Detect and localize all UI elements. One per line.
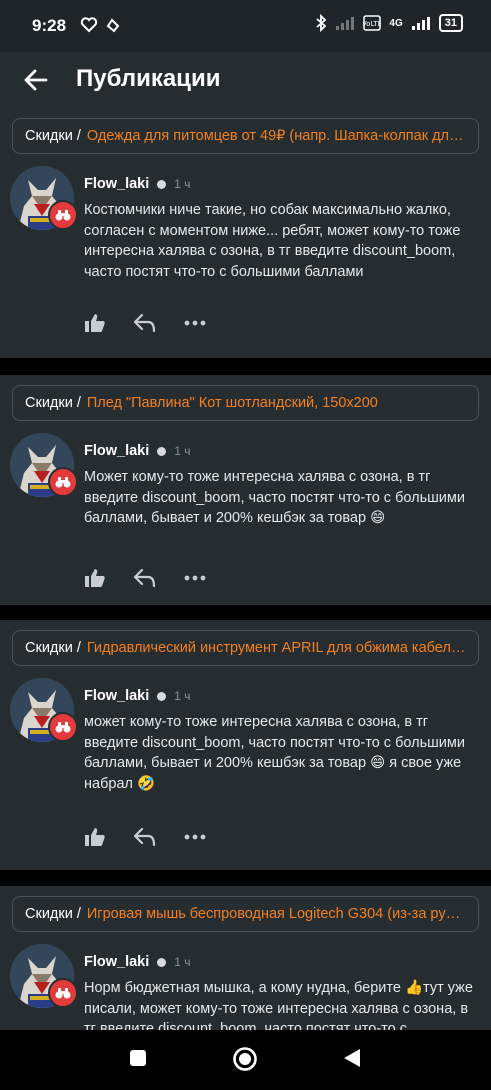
deal-link[interactable]: Скидки / Плед "Павлина" Кот шотландский,… (12, 385, 479, 421)
like-button[interactable] (82, 310, 108, 336)
post-time: 1 ч (174, 444, 191, 458)
hand-wave-icon (106, 18, 120, 33)
username[interactable]: Flow_laki (84, 176, 149, 192)
publication-card: Скидки / Одежда для питомцев от 49₽ (нап… (0, 108, 491, 358)
binoculars-icon (55, 722, 71, 733)
arrow-left-icon (24, 69, 48, 91)
more-button[interactable] (182, 824, 208, 850)
user-rank-badge (48, 467, 78, 497)
comment-actions (82, 565, 208, 591)
page-title: Публикации (76, 65, 221, 92)
comment-text: может кому-то тоже интересна халява с оз… (84, 714, 465, 792)
reply-button[interactable] (132, 310, 158, 336)
user-rank-badge (48, 712, 78, 742)
more-dots-icon (184, 575, 206, 581)
deal-category: Скидки (25, 395, 73, 411)
deal-link[interactable]: Скидки / Гидравлический инструмент APRIL… (12, 630, 479, 666)
binoculars-icon (55, 210, 71, 221)
bluetooth-icon (316, 14, 327, 32)
more-dots-icon (184, 834, 206, 840)
user-row: Flow_laki 1 ч (84, 688, 191, 704)
status-time: 9:28 (32, 16, 67, 35)
comment-text: Норм бюджетная мышка, а кому нудна, бери… (84, 980, 473, 1030)
thumbs-up-icon (85, 828, 105, 846)
back-nav-button[interactable] (342, 1048, 362, 1073)
binoculars-icon (55, 477, 71, 488)
comment-actions (82, 824, 208, 850)
battery-indicator: 31 (438, 14, 463, 32)
reply-button[interactable] (132, 824, 158, 850)
publication-card: Скидки / Плед "Павлина" Кот шотландский,… (0, 375, 491, 605)
username[interactable]: Flow_laki (84, 443, 149, 459)
recents-button[interactable] (128, 1048, 148, 1073)
username[interactable]: Flow_laki (84, 688, 149, 704)
system-nav-bar (0, 1030, 491, 1090)
network-type: 4G (389, 17, 403, 29)
user-row: Flow_laki 1 ч (84, 443, 191, 459)
user-rank-badge (48, 200, 78, 230)
deal-link[interactable]: Скидки / Одежда для питомцев от 49₽ (нап… (12, 118, 479, 154)
more-button[interactable] (182, 310, 208, 336)
deal-separator: / (76, 906, 81, 922)
user-row: Flow_laki 1 ч (84, 176, 191, 192)
comment-text: Может кому-то тоже интересна халява с оз… (84, 469, 465, 526)
home-button[interactable] (232, 1046, 258, 1077)
username[interactable]: Flow_laki (84, 954, 149, 970)
like-button[interactable] (82, 824, 108, 850)
status-notification-icons (80, 16, 122, 34)
post-time: 1 ч (174, 689, 191, 703)
user-rank-badge (48, 978, 78, 1008)
reply-arrow-icon (133, 313, 156, 333)
thumbs-up-icon (85, 569, 105, 587)
signal-strength-icon (411, 17, 430, 30)
status-bar: 9:28 VoLTE 4G 31 (0, 0, 491, 52)
app-bar: Публикации (0, 52, 491, 108)
publication-card: Скидки / Гидравлический инструмент APRIL… (0, 620, 491, 870)
more-dots-icon (184, 320, 206, 326)
thumbs-up-icon (85, 314, 105, 332)
more-button[interactable] (182, 565, 208, 591)
deal-separator: / (76, 395, 81, 411)
square-icon (130, 1050, 146, 1066)
heart-check-icon (80, 17, 98, 33)
deal-title: Плед "Павлина" Кот шотландский, 150х200 (86, 395, 378, 411)
post-time: 1 ч (174, 955, 191, 969)
volte-icon: VoLTE (363, 15, 381, 31)
status-right-icons: VoLTE 4G 31 (315, 14, 463, 32)
home-circle-icon (233, 1047, 257, 1071)
publications-feed[interactable]: Скидки / Одежда для питомцев от 49₽ (нап… (0, 108, 491, 1030)
binoculars-icon (55, 988, 71, 999)
publication-card: Скидки / Игровая мышь беспроводная Logit… (0, 886, 491, 1030)
user-row: Flow_laki 1 ч (84, 954, 191, 970)
svg-text:VoLTE: VoLTE (363, 20, 381, 28)
deal-separator: / (76, 640, 81, 656)
deal-category: Скидки (25, 128, 73, 144)
online-dot (157, 179, 167, 189)
reply-arrow-icon (133, 568, 156, 588)
like-button[interactable] (82, 565, 108, 591)
deal-separator: / (76, 128, 81, 144)
deal-category: Скидки (25, 906, 73, 922)
signal-icon (336, 17, 355, 30)
post-time: 1 ч (174, 177, 191, 191)
online-dot (157, 691, 167, 701)
deal-title: Одежда для питомцев от 49₽ (напр. Шапка-… (86, 128, 466, 144)
online-dot (157, 446, 167, 456)
comment-actions (82, 310, 208, 336)
deal-link[interactable]: Скидки / Игровая мышь беспроводная Logit… (12, 896, 479, 932)
comment-text: Костюмчики ниче такие, но собак максимал… (84, 202, 461, 280)
deal-title: Игровая мышь беспроводная Logitech G304 … (86, 906, 466, 922)
back-button[interactable] (20, 64, 52, 96)
reply-button[interactable] (132, 565, 158, 591)
triangle-back-icon (344, 1049, 360, 1067)
online-dot (157, 957, 167, 967)
deal-title: Гидравлический инструмент APRIL для обжи… (86, 640, 466, 656)
reply-arrow-icon (133, 827, 156, 847)
deal-category: Скидки (25, 640, 73, 656)
